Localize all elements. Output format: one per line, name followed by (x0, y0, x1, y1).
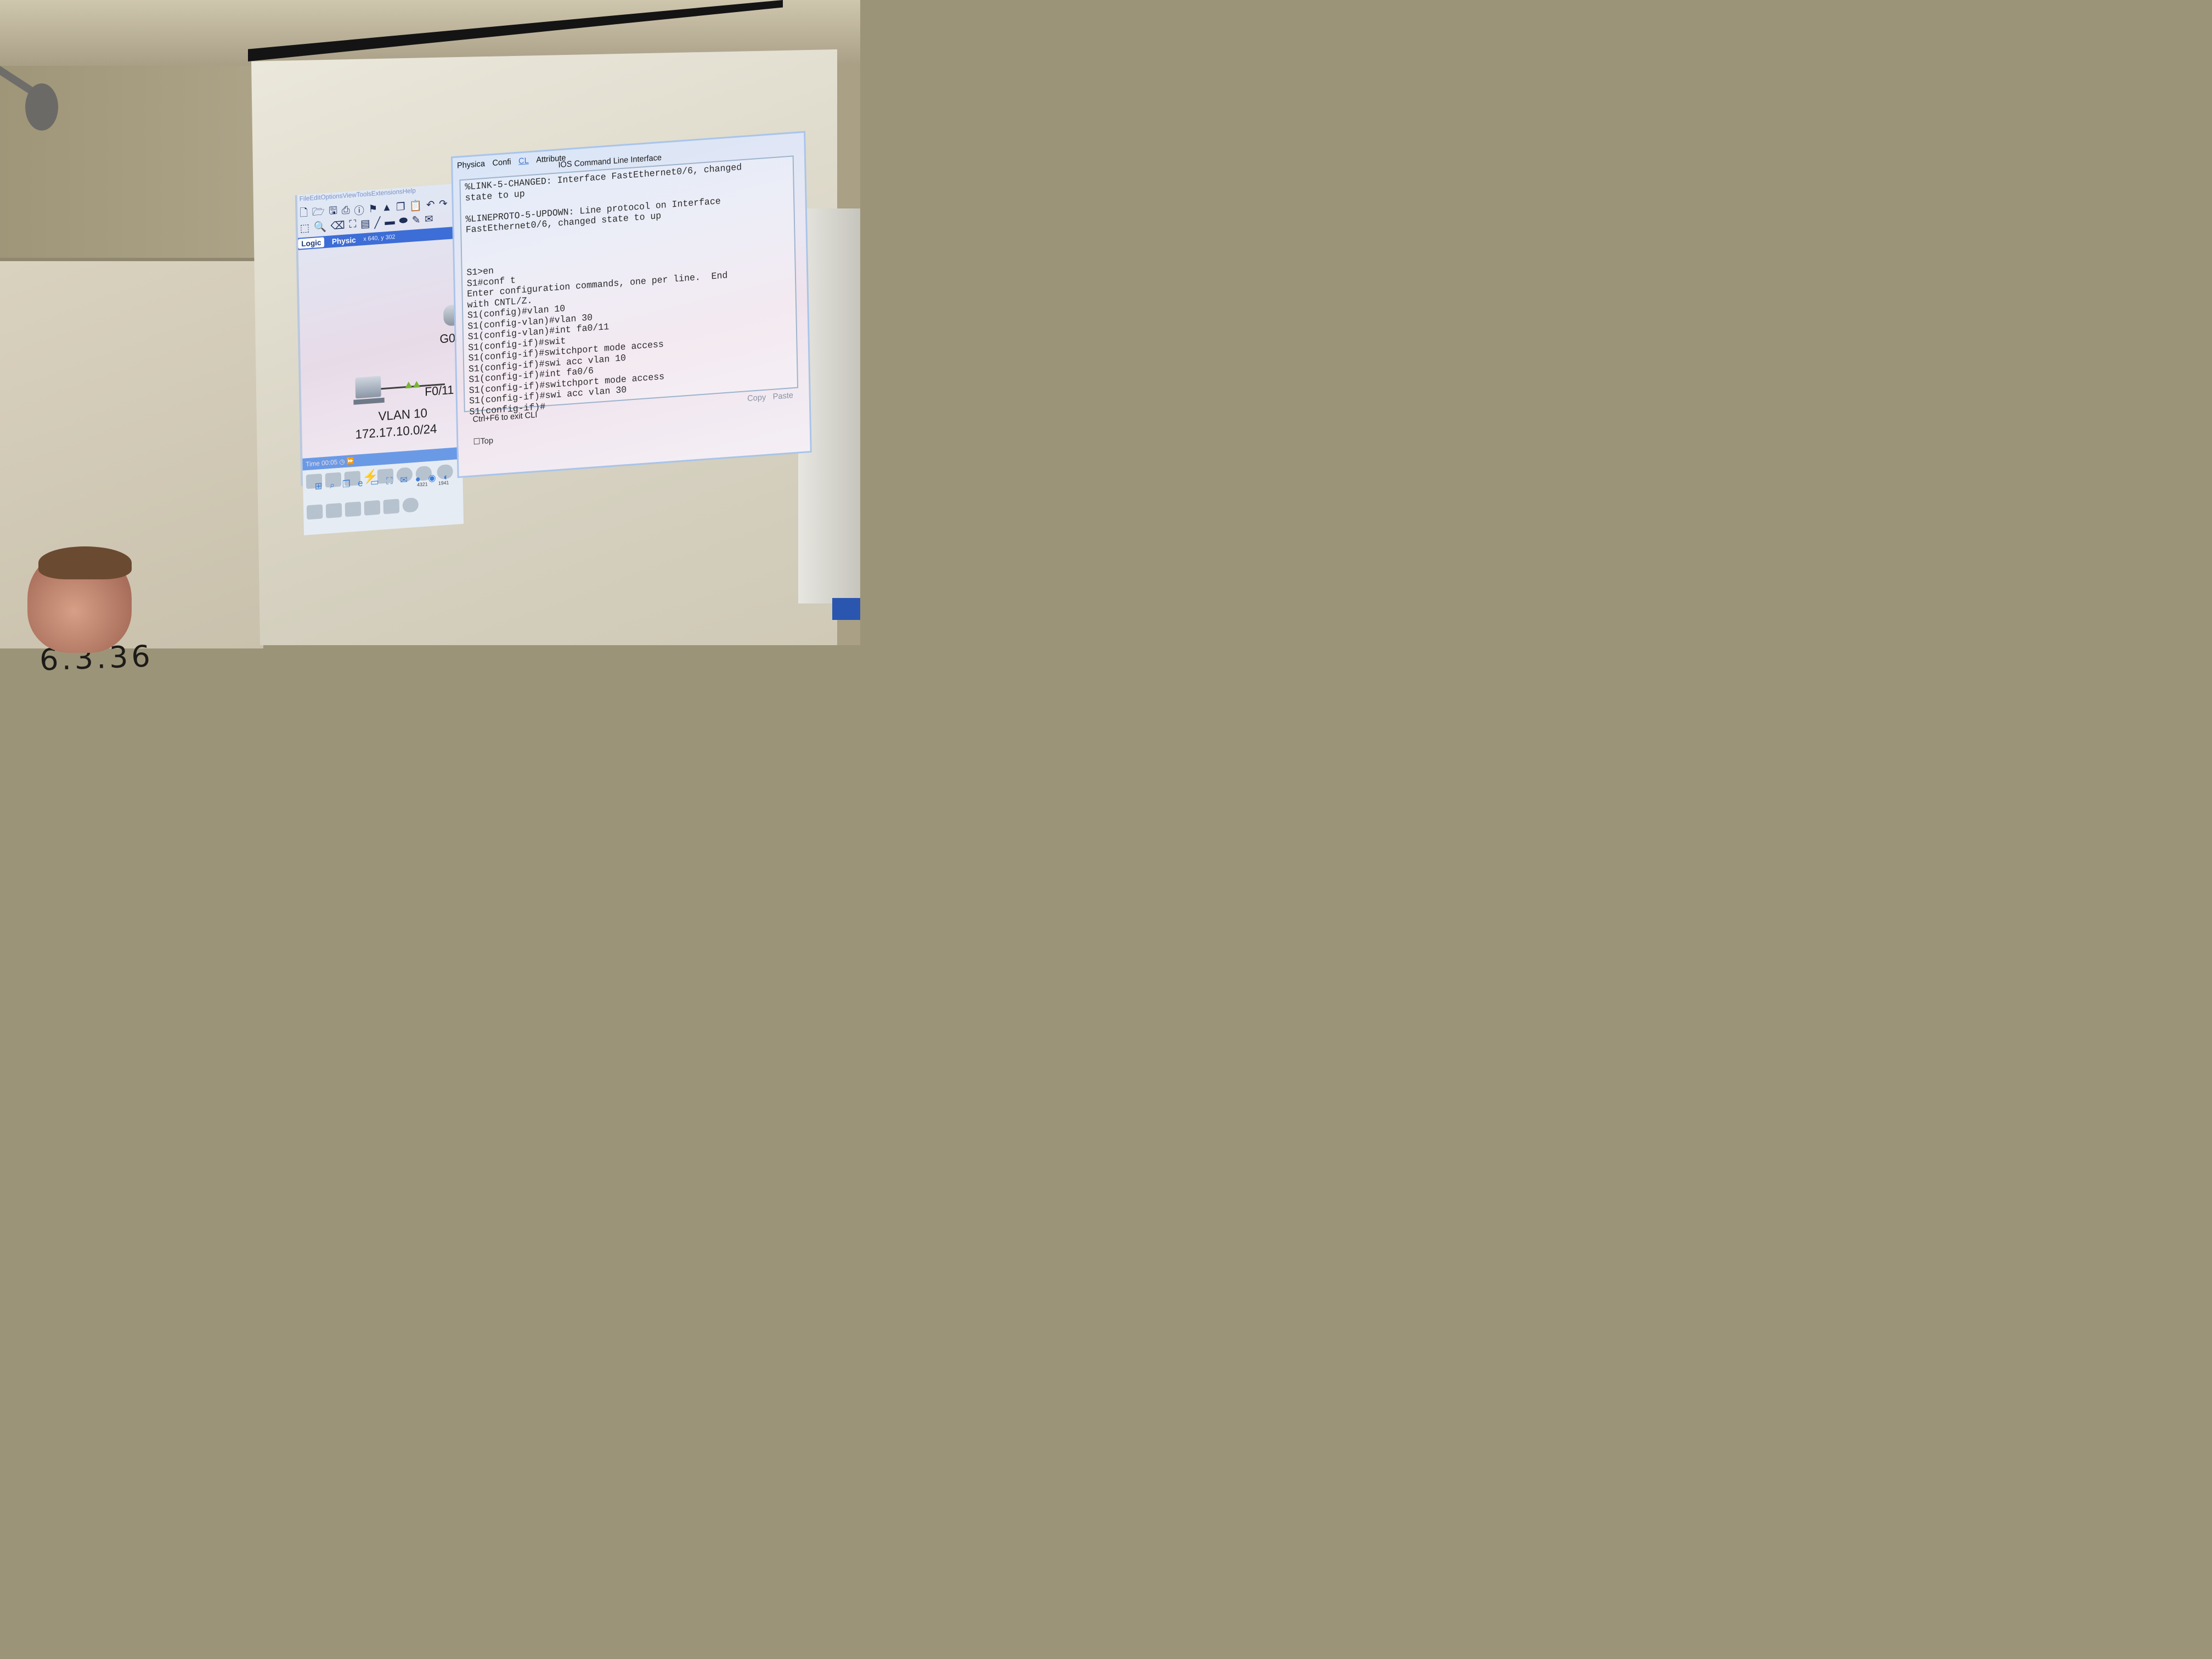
menu-file[interactable]: File (300, 194, 310, 202)
menu-edit[interactable]: Edit (309, 194, 320, 202)
device-tabs: Physica Confi CL Attribute (457, 153, 566, 170)
pc-icon[interactable] (355, 376, 381, 399)
switch-port-label: F0/11 (424, 382, 454, 399)
device-subcategory-security[interactable] (383, 499, 400, 515)
device-subcategory-routers[interactable] (306, 504, 323, 520)
switch-s1-window: Physica Confi CL Attribute IOS Command L… (450, 131, 812, 478)
vlan-label: VLAN 10 (378, 405, 428, 424)
time-label: Time (306, 459, 320, 469)
cli-terminal[interactable]: %LINK-5-CHANGED: Interface FastEthernet0… (459, 155, 799, 417)
device-subcategory-switches[interactable] (325, 503, 342, 518)
menu-options[interactable]: Options (320, 192, 342, 201)
tab-cli[interactable]: CL (518, 156, 529, 166)
undo-icon[interactable]: ↶ (426, 198, 435, 211)
draw-ellipse-icon[interactable]: ⬬ (399, 215, 408, 227)
draw-rectangle-icon[interactable]: ▬ (385, 216, 395, 228)
device-subcategory-wireless[interactable] (364, 500, 381, 516)
top-label: Top (480, 436, 494, 447)
projected-desktop: FileEditOptionsViewToolsExtensionsHelp 🗋… (0, 0, 860, 645)
copy-button[interactable]: Copy (747, 393, 766, 403)
tab-logical[interactable]: Logic (298, 237, 325, 249)
fast-forward-icon[interactable]: ⏩ (347, 457, 355, 465)
firefox-icon[interactable]: ● (415, 473, 421, 485)
pc-base (353, 397, 385, 405)
menu-extensions[interactable]: Extensions (371, 188, 403, 198)
link-status-up-icon (404, 381, 413, 389)
clock-icon: ◷ (339, 458, 345, 466)
packet-tracer-icon[interactable]: ◐ (443, 472, 449, 483)
paste-button[interactable]: Paste (773, 391, 794, 402)
edge-icon[interactable]: e (358, 478, 363, 489)
device-subcategory-hubs[interactable] (345, 501, 362, 517)
draw-line-icon[interactable]: ╱ (374, 216, 381, 229)
chrome-icon[interactable]: ◉ (428, 472, 436, 484)
freeform-icon[interactable]: ✎ (412, 213, 421, 227)
device-subcategory-wan[interactable] (402, 497, 419, 513)
time-value: 00:05 (321, 458, 338, 467)
inspect-icon[interactable]: 🔍 (314, 220, 326, 234)
menu-view[interactable]: View (343, 191, 357, 200)
windows-icon[interactable]: ⊞ (314, 481, 322, 492)
resize-icon[interactable]: ⛶ (349, 218, 356, 231)
print-icon[interactable]: ⎙ (342, 205, 350, 217)
delete-icon[interactable]: ⌫ (330, 219, 345, 233)
network-wizard-icon[interactable]: ⚑ (368, 202, 377, 216)
tab-physical[interactable]: Physic (329, 235, 359, 247)
redo-icon[interactable]: ↷ (439, 198, 448, 211)
tab-physical[interactable]: Physica (457, 159, 485, 171)
always-on-top-checkbox[interactable]: ☐Top (473, 436, 493, 447)
note-icon[interactable]: ▤ (360, 217, 370, 230)
topology-canvas[interactable]: G0/ F0/11 VLAN 10 172.17.10.0/24 (298, 239, 462, 459)
menu-help[interactable]: Help (403, 187, 416, 195)
activity-wizard-icon[interactable]: ▲ (382, 201, 392, 214)
subnet-label: 172.17.10.0/24 (355, 421, 437, 442)
tab-config[interactable]: Confi (492, 157, 511, 168)
store-icon[interactable]: ⛶ (386, 476, 393, 487)
person-hair (38, 546, 132, 579)
info-icon[interactable]: ⓘ (354, 202, 364, 217)
link-status-up-icon (413, 381, 421, 388)
copy-icon[interactable]: ❐ (396, 200, 405, 213)
explorer-icon[interactable]: ▭ (370, 477, 379, 488)
task-view-icon[interactable]: ❐ (342, 478, 351, 490)
simple-pdu-icon[interactable]: ✉ (425, 212, 433, 225)
mail-icon[interactable]: ✉ (400, 475, 408, 486)
packet-tracer-window: FileEditOptionsViewToolsExtensionsHelp 🗋… (295, 183, 466, 535)
cursor-coordinates: x 640, y 302 (363, 233, 396, 243)
paste-icon[interactable]: 📋 (409, 199, 422, 213)
search-icon[interactable]: ⌕ (330, 480, 335, 492)
select-icon[interactable]: ⬚ (300, 222, 310, 235)
menu-tools[interactable]: Tools (357, 190, 371, 199)
cli-output[interactable]: %LINK-5-CHANGED: Interface FastEthernet0… (465, 159, 795, 418)
